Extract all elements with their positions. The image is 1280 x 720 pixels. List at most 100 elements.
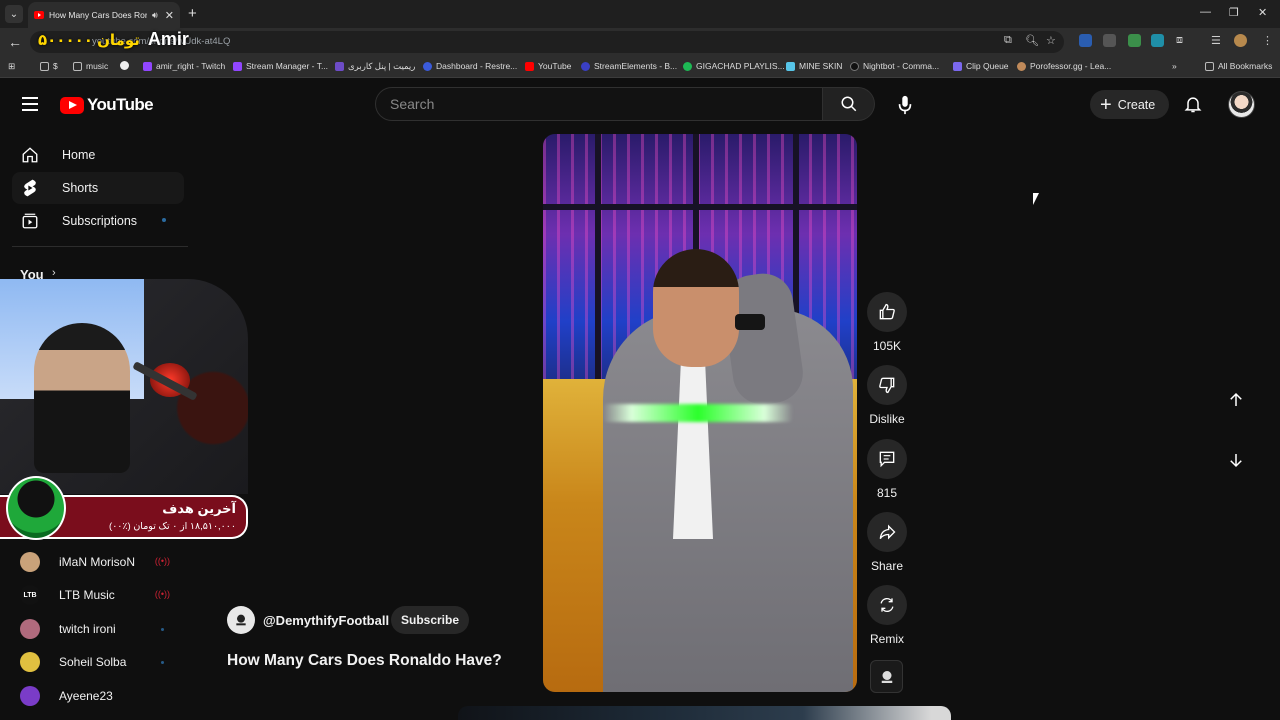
apps-grid-icon[interactable]: ⊞ xyxy=(8,61,15,72)
search-input[interactable] xyxy=(376,88,822,120)
bookmark-item[interactable]: YouTube xyxy=(525,61,571,71)
extension-icon[interactable] xyxy=(1151,34,1164,47)
comment-icon xyxy=(879,451,895,468)
sidebar-item-shorts[interactable]: Shorts xyxy=(12,172,184,204)
donation-amount: ۵۰۰۰۰۰ تومان xyxy=(38,32,140,49)
close-tab-icon[interactable]: ✕ xyxy=(165,9,174,22)
bookmark-item[interactable]: Dashboard - Restre... xyxy=(423,61,517,71)
arrow-up-icon xyxy=(1230,392,1242,406)
streamer-figure xyxy=(34,323,130,473)
subscription-item[interactable]: Ayeene23 xyxy=(20,684,180,708)
reading-list-icon[interactable]: ☰ xyxy=(1211,34,1221,47)
remix-action[interactable]: Remix xyxy=(866,585,908,646)
bookmark-item[interactable]: ریمیت | پنل کاربری xyxy=(335,61,415,72)
bookmark-item[interactable]: MINE SKIN xyxy=(786,61,842,71)
thumbs-up-icon xyxy=(879,303,895,320)
bookmark-item[interactable]: Porofessor.gg - Lea... xyxy=(1017,61,1111,71)
dislike-label: Dislike xyxy=(869,412,905,426)
search-box xyxy=(375,87,823,121)
subscription-item[interactable]: twitch ironi xyxy=(20,617,180,641)
sidebar-item-subscriptions[interactable]: Subscriptions xyxy=(12,205,184,237)
sidebar-item-home[interactable]: Home xyxy=(12,139,184,171)
youtube-play-icon xyxy=(60,96,84,114)
dislike-action[interactable]: Dislike xyxy=(866,365,908,426)
youtube-favicon-icon xyxy=(34,11,44,19)
bookmark-item[interactable]: $ xyxy=(40,61,58,71)
live-broadcast-icon: ((•)) xyxy=(154,556,170,566)
account-avatar[interactable] xyxy=(1228,91,1255,118)
more-menu-icon[interactable]: ⋮ xyxy=(1262,34,1273,47)
thumbs-down-icon xyxy=(879,377,895,394)
create-button[interactable]: + Create xyxy=(1090,90,1169,119)
next-short-button[interactable] xyxy=(1216,440,1256,480)
share-arrow-icon xyxy=(879,524,896,540)
subscription-item[interactable]: iMaN MorisoN ((•)) xyxy=(20,550,180,574)
bookmark-item[interactable]: music xyxy=(73,61,108,71)
shorts-video-player[interactable] xyxy=(543,134,857,692)
channel-thumbnail[interactable] xyxy=(870,660,903,693)
tab-search-button[interactable]: ⌄ xyxy=(5,5,23,23)
previous-short-button[interactable] xyxy=(1216,380,1256,420)
new-tab-button[interactable]: + xyxy=(188,5,197,23)
puzzle-extensions-icon[interactable]: ⧈ xyxy=(1176,34,1183,47)
subscription-item[interactable]: LTB LTB Music ((•)) xyxy=(20,583,180,607)
subscribe-button[interactable]: Subscribe xyxy=(391,606,469,634)
share-button[interactable] xyxy=(867,512,907,552)
bookmark-item[interactable]: amir_right - Twitch xyxy=(143,61,225,71)
shorts-icon xyxy=(20,178,40,198)
bookmarks-overflow-icon[interactable]: » xyxy=(1172,61,1177,71)
profile-icon[interactable] xyxy=(1234,34,1247,47)
minimize-icon[interactable]: — xyxy=(1200,6,1211,18)
dislike-button[interactable] xyxy=(867,365,907,405)
like-action[interactable]: 105K xyxy=(866,292,908,353)
channel-logo-icon xyxy=(236,614,246,626)
bookmark-item[interactable]: Stream Manager - T... xyxy=(233,61,328,71)
like-button[interactable] xyxy=(867,292,907,332)
youtube-logo[interactable]: YouTube xyxy=(60,95,154,115)
extension-icon[interactable] xyxy=(1103,34,1116,47)
restore-icon[interactable]: ❐ xyxy=(1229,6,1239,19)
donation-overlay: ۵۰۰۰۰۰ تومان Amir xyxy=(38,29,189,50)
subscription-item[interactable]: Soheil Solba xyxy=(20,650,180,674)
bookmark-item[interactable]: StreamElements - B... xyxy=(581,61,677,71)
search-icon xyxy=(841,96,856,112)
bookmark-item[interactable] xyxy=(120,61,129,70)
browser-tab[interactable]: How Many Cars Does Ronaldo 🔊︎ ✕ xyxy=(28,2,180,28)
arrow-down-icon xyxy=(1230,454,1242,468)
speaker-icon[interactable]: 🔊︎ xyxy=(152,10,158,21)
short-title[interactable]: How Many Cars Does Ronaldo Have? xyxy=(227,652,502,670)
close-window-icon[interactable]: ✕ xyxy=(1258,6,1267,19)
bookmark-item[interactable]: Nightbot - Comma... xyxy=(850,61,939,71)
remix-button[interactable] xyxy=(867,585,907,625)
hamburger-menu-icon[interactable] xyxy=(22,97,38,111)
channel-handle[interactable]: @DemythifyFootball xyxy=(263,613,389,628)
channel-name: Ayeene23 xyxy=(59,689,113,703)
extension-icon[interactable] xyxy=(1128,34,1141,47)
search-button[interactable] xyxy=(823,87,875,121)
channel-name: twitch ironi xyxy=(59,622,116,636)
channel-avatar xyxy=(20,552,40,572)
comments-action[interactable]: 815 xyxy=(866,439,908,500)
microphone-icon xyxy=(898,95,912,115)
back-arrow-icon[interactable]: ← xyxy=(8,34,22,50)
share-action[interactable]: Share xyxy=(866,512,908,573)
new-content-dot xyxy=(161,628,164,631)
mouse-cursor-icon xyxy=(1033,193,1039,205)
streamer-webcam-overlay xyxy=(0,279,248,494)
comments-button[interactable] xyxy=(867,439,907,479)
next-short-preview[interactable] xyxy=(458,706,951,720)
extension-icon[interactable] xyxy=(1079,34,1092,47)
bookmark-item[interactable]: GIGACHAD PLAYLIS... xyxy=(683,61,785,71)
all-bookmarks[interactable]: All Bookmarks xyxy=(1205,61,1272,71)
channel-avatar[interactable] xyxy=(227,606,255,634)
chevron-right-icon[interactable]: › xyxy=(52,267,56,279)
window-frame xyxy=(543,204,857,210)
zoom-icon[interactable]: 🔍︎ xyxy=(1025,34,1039,47)
voice-search-button[interactable] xyxy=(887,87,923,123)
bookmark-star-icon[interactable]: ☆ xyxy=(1046,34,1056,47)
bookmark-item[interactable]: Clip Queue xyxy=(953,61,1009,71)
install-app-icon[interactable]: ⧉ xyxy=(1004,34,1012,47)
notifications-bell-icon[interactable] xyxy=(1183,94,1203,119)
remix-icon xyxy=(880,598,894,612)
channel-name: LTB Music xyxy=(59,588,115,602)
